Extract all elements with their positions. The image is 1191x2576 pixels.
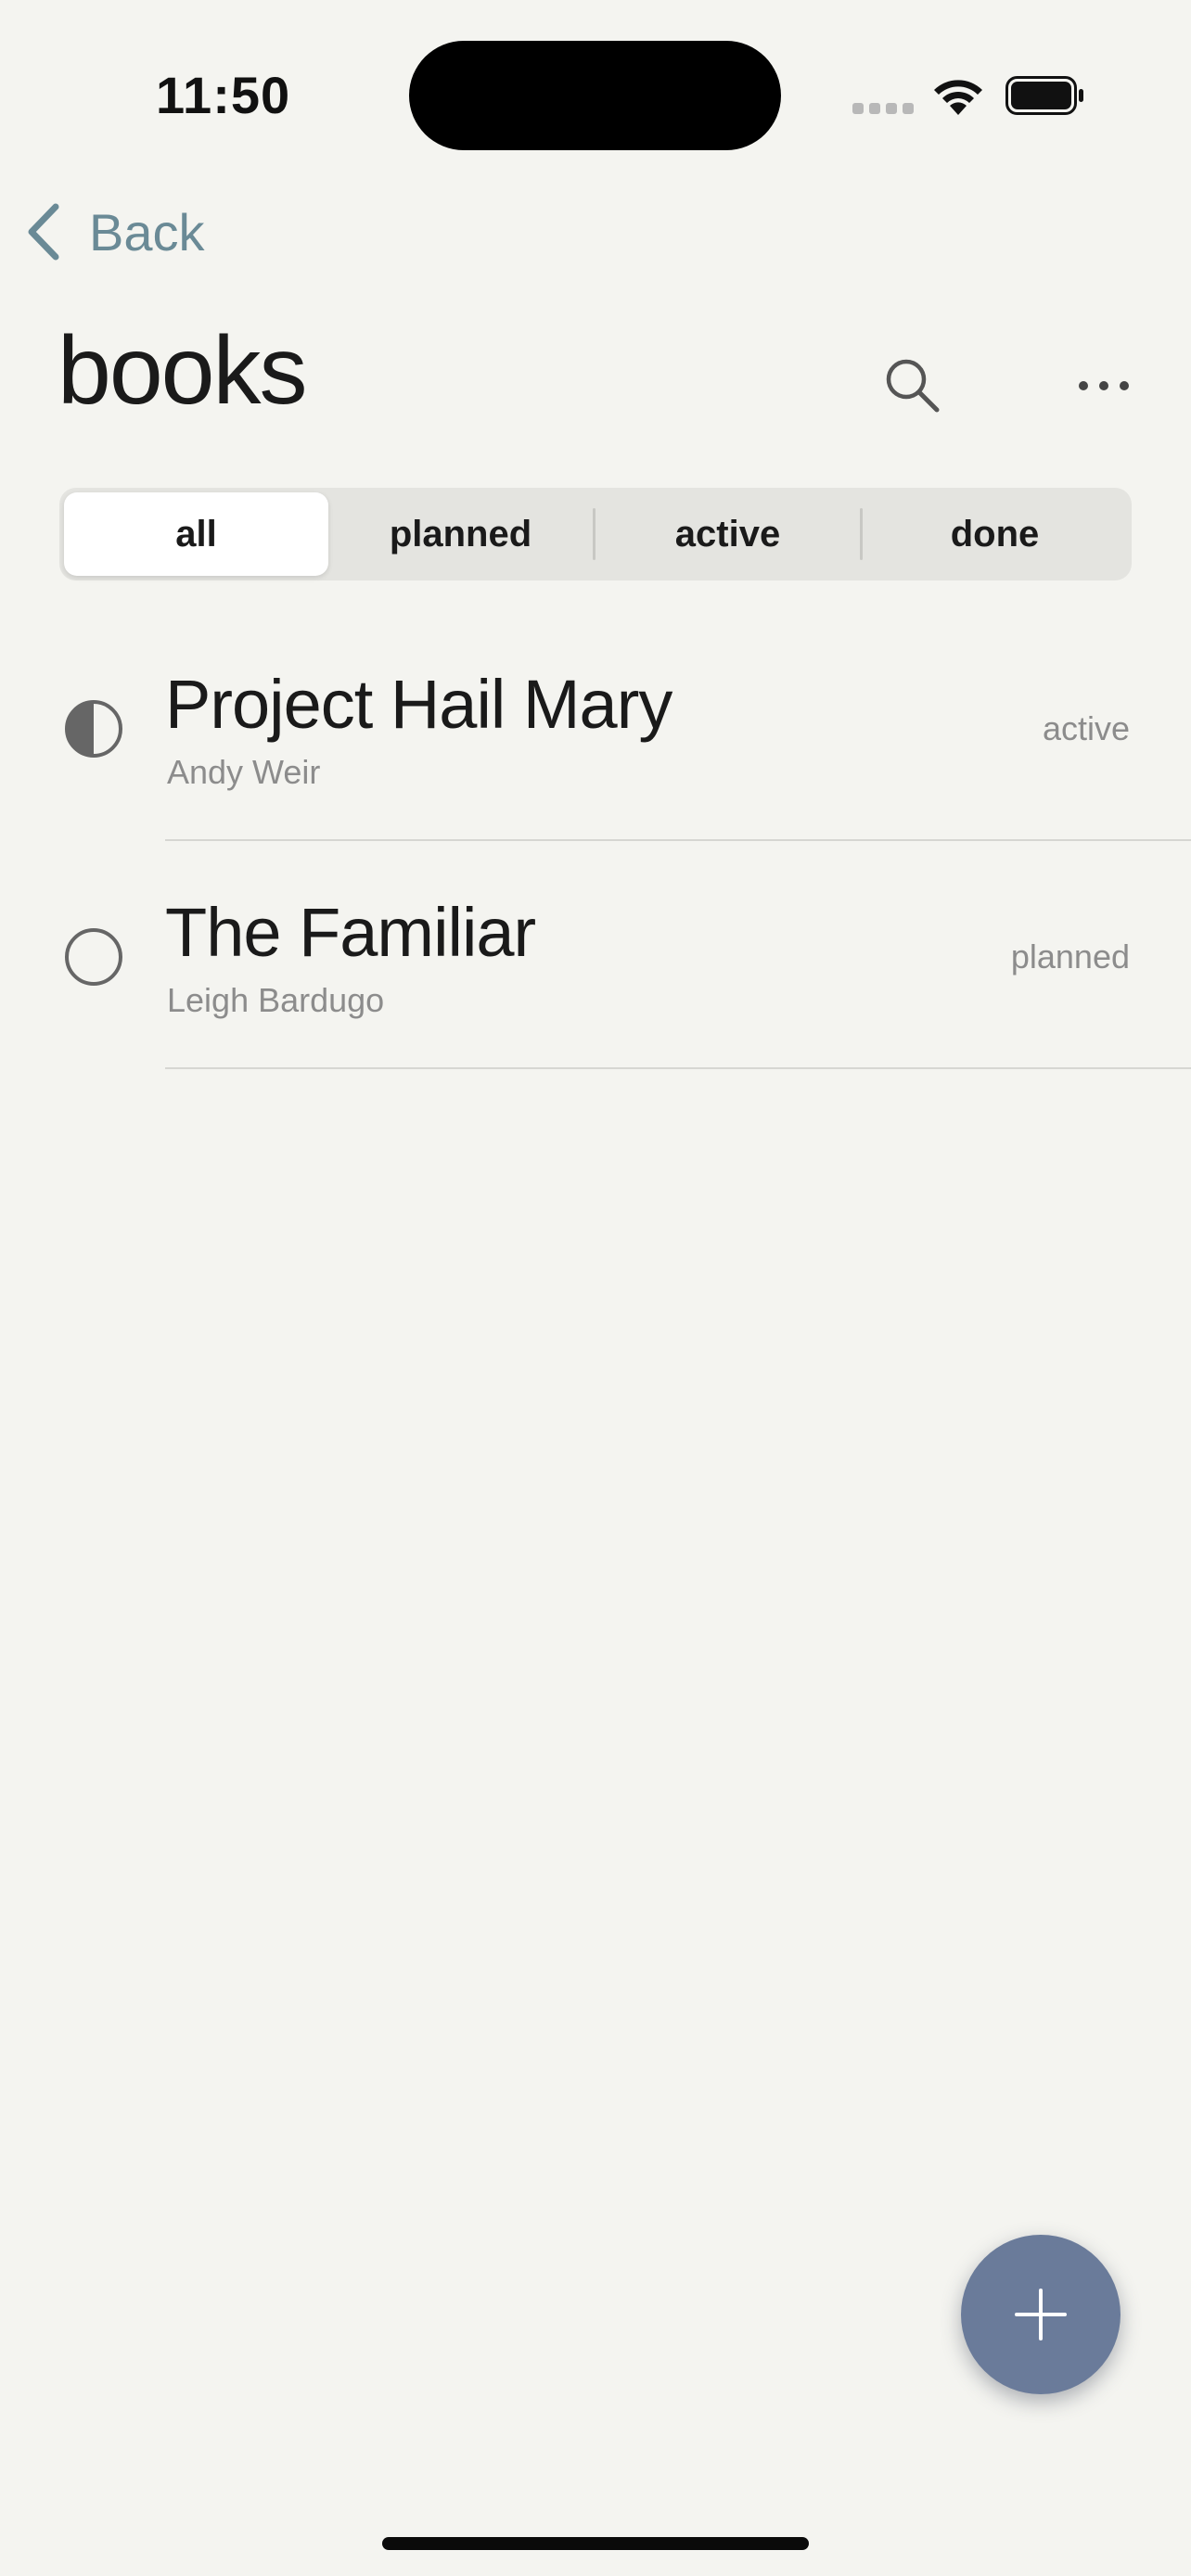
book-title: Project Hail Mary — [165, 666, 672, 743]
plus-icon — [1015, 2289, 1067, 2340]
home-indicator — [382, 2537, 809, 2550]
segment-active[interactable]: active — [596, 492, 860, 576]
half-filled-circle-icon[interactable] — [63, 698, 124, 759]
status-time: 11:50 — [156, 66, 291, 124]
book-title: The Familiar — [165, 894, 536, 971]
back-label: Back — [89, 202, 205, 261]
book-row-project-hail-mary[interactable]: Project Hail Mary Andy Weir active — [0, 612, 1191, 841]
more-icon[interactable] — [1076, 375, 1132, 397]
cellular-signal-icon — [852, 103, 914, 116]
wifi-icon — [934, 80, 982, 115]
book-author: Leigh Bardugo — [167, 981, 385, 1019]
battery-icon — [1005, 76, 1083, 115]
book-status: planned — [1010, 937, 1130, 976]
book-row-the-familiar[interactable]: The Familiar Leigh Bardugo planned — [0, 840, 1191, 1069]
status-filter-segmented-control: all planned active done — [59, 488, 1132, 580]
add-book-button[interactable] — [961, 2235, 1121, 2394]
book-status: active — [1042, 709, 1130, 747]
row-separator — [165, 1067, 1191, 1069]
segment-planned[interactable]: planned — [328, 492, 593, 576]
page-title: books — [58, 317, 308, 425]
empty-circle-icon[interactable] — [63, 926, 124, 988]
chevron-left-icon — [28, 203, 59, 261]
segment-done[interactable]: done — [863, 492, 1127, 576]
back-button[interactable]: Back — [24, 195, 205, 269]
book-author: Andy Weir — [167, 753, 321, 791]
search-icon[interactable] — [883, 356, 941, 414]
segment-all[interactable]: all — [64, 492, 328, 576]
dynamic-island — [409, 41, 781, 150]
